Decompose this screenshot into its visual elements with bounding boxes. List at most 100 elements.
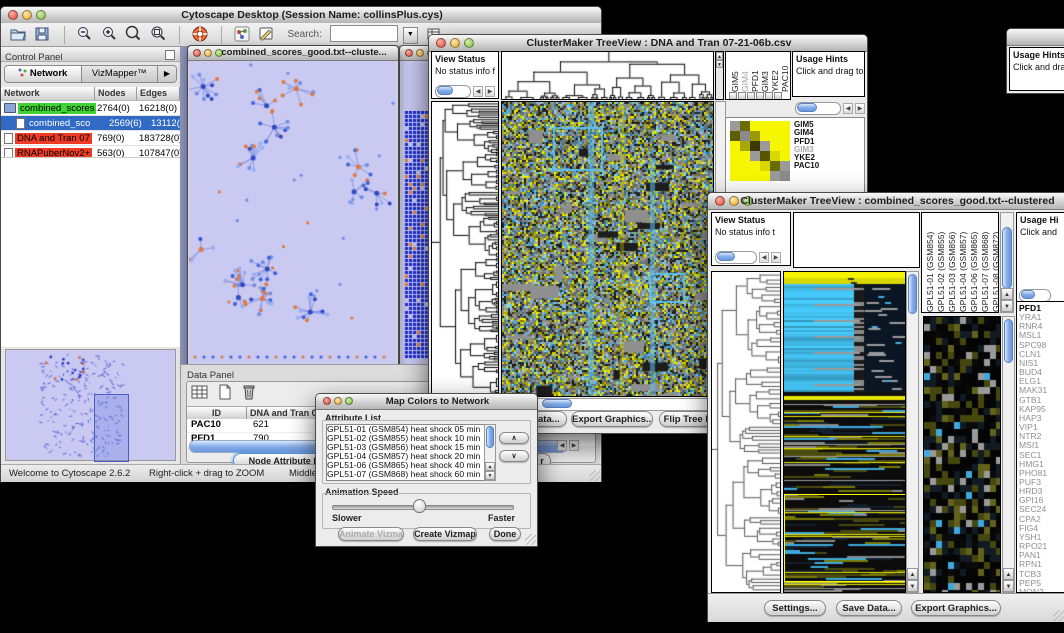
search-dropdown-button[interactable]: ▼ (403, 27, 418, 44)
network-list-row[interactable]: DNA and Tran 07769(0)183728(0) (1, 131, 180, 146)
tab-overflow[interactable]: ▶ (158, 66, 176, 82)
matrix-cell[interactable] (750, 151, 760, 161)
save-session-icon[interactable] (33, 25, 53, 45)
matrix-cell[interactable] (750, 141, 760, 151)
settings-button[interactable]: Settings... (764, 600, 826, 616)
matrix-cell[interactable] (770, 121, 780, 131)
network-window-1-titlebar[interactable]: combined_scores_good.txt--cluste... (188, 46, 398, 61)
float-panel-icon[interactable] (165, 50, 175, 60)
open-session-icon[interactable] (9, 25, 29, 45)
network-table-header-cell[interactable]: Network (1, 87, 95, 100)
partial-window-titlebar[interactable] (1007, 29, 1064, 46)
treeview2-labels-scrollbar[interactable]: ▲ ▼ (1000, 212, 1014, 313)
help-lifering-icon[interactable] (191, 25, 211, 45)
animate-vizmap-button[interactable]: Animate Vizmap (338, 527, 404, 541)
matrix-cell[interactable] (780, 161, 790, 171)
tab-vizmapper[interactable]: VizMapper™ (82, 66, 159, 82)
matrix-cell[interactable] (760, 121, 770, 131)
treeview2-gene-labels[interactable]: PFD1YRA1RNR4MSL1SPC98CLN1NIS1BUD4ELG1MAK… (1016, 301, 1064, 593)
matrix-cell[interactable] (740, 131, 750, 141)
matrix-cell[interactable] (730, 171, 740, 181)
zoom-in-icon[interactable] (100, 25, 120, 45)
move-down-button[interactable]: ∨ (499, 450, 529, 462)
network-canvas-1[interactable] (189, 61, 397, 371)
tab-network[interactable]: Network (5, 66, 82, 82)
matrix-cell[interactable] (760, 171, 770, 181)
matrix-cell[interactable] (740, 121, 750, 131)
matrix-cell[interactable] (730, 151, 740, 161)
new-attribute-icon[interactable] (215, 384, 235, 404)
delete-attribute-icon[interactable] (240, 384, 260, 404)
annotation-icon[interactable] (257, 25, 277, 45)
matrix-cell[interactable] (750, 161, 760, 171)
close-button[interactable] (323, 397, 331, 405)
matrix-cell[interactable] (750, 171, 760, 181)
matrix-cell[interactable] (760, 141, 770, 151)
matrix-cell[interactable] (770, 171, 780, 181)
export-graphics-button[interactable]: Export Graphics... (571, 411, 653, 427)
treeview2-titlebar[interactable]: ClusterMaker TreeView : combined_scores_… (708, 193, 1064, 210)
minimize-button[interactable] (204, 49, 212, 57)
treeview2-vscrollbar[interactable]: ▲ ▼ (906, 271, 919, 593)
network-table-header-cell[interactable]: Edges (137, 87, 180, 100)
view-status-scrollbar[interactable]: ◀▶ (435, 85, 495, 98)
matrix-cell[interactable] (780, 151, 790, 161)
resize-grip[interactable] (589, 470, 600, 481)
matrix-cell[interactable] (770, 131, 780, 141)
treeview1-row-dendrogram[interactable] (431, 101, 499, 397)
zoom-selected-icon[interactable] (124, 25, 144, 45)
matrix-cell[interactable] (740, 161, 750, 171)
matrix-cell[interactable] (740, 141, 750, 151)
treeview1-zoom-toolbar[interactable] (726, 92, 790, 100)
attribute-select-icon[interactable] (191, 384, 211, 404)
network-table-header-cell[interactable]: Nodes (95, 87, 137, 100)
matrix-cell[interactable] (780, 171, 790, 181)
data-table-header-cell[interactable]: ID (187, 407, 247, 419)
matrix-cell[interactable] (780, 121, 790, 131)
treeview1-zoom-scrollbar[interactable]: ◀▶ (795, 102, 865, 115)
matrix-cell[interactable] (730, 131, 740, 141)
matrix-cell[interactable] (730, 121, 740, 131)
birdseye-view[interactable] (5, 349, 176, 461)
treeview1-column-scrollbar[interactable]: ▲ ▼ (715, 51, 724, 100)
export-graphics-button[interactable]: Export Graphics... (911, 600, 1001, 616)
treeview2-row-dendrogram[interactable] (711, 271, 781, 593)
treeview2-zoom-scrollbar[interactable]: ▲ ▼ (1002, 316, 1015, 593)
birdseye-viewport-rect[interactable] (94, 394, 129, 462)
dialog-titlebar[interactable]: Map Colors to Network (316, 394, 537, 410)
matrix-cell[interactable] (770, 151, 780, 161)
matrix-cell[interactable] (770, 161, 780, 171)
matrix-cell[interactable] (770, 141, 780, 151)
matrix-cell[interactable] (760, 151, 770, 161)
done-button[interactable]: Done (489, 527, 521, 541)
zoom-fit-icon[interactable] (149, 25, 169, 45)
close-button[interactable] (193, 49, 201, 57)
minimize-button[interactable] (334, 397, 342, 405)
treeview1-column-dendrogram[interactable] (501, 51, 714, 100)
dialog-resize-grip[interactable] (525, 534, 536, 545)
matrix-cell[interactable] (750, 121, 760, 131)
matrix-cell[interactable] (730, 141, 740, 151)
data-panel-scroll-arrows[interactable]: ◀▶ (557, 440, 579, 451)
create-vizmap-button[interactable]: Create Vizmap (413, 527, 477, 541)
matrix-cell[interactable] (780, 131, 790, 141)
view-status-scrollbar[interactable]: ◀▶ (715, 251, 781, 264)
matrix-cell[interactable] (780, 141, 790, 151)
matrix-cell[interactable] (760, 161, 770, 171)
treeview2-heatmap[interactable] (783, 271, 906, 593)
attribute-list-scrollbar[interactable]: ▲ ▼ (484, 424, 496, 481)
close-button[interactable] (715, 196, 725, 206)
treeview1-heatmap[interactable] (501, 101, 714, 397)
speed-slider-thumb[interactable] (413, 499, 426, 513)
minimize-button[interactable] (416, 49, 424, 57)
matrix-cell[interactable] (740, 171, 750, 181)
close-button[interactable] (405, 49, 413, 57)
cytoscape-titlebar[interactable]: Cytoscape Desktop (Session Name: collins… (1, 7, 601, 24)
attribute-item[interactable]: GPL51-07 (GSM868) heat shock 60 min (327, 470, 485, 479)
close-button[interactable] (436, 38, 446, 48)
modify-network-icon[interactable] (233, 25, 253, 45)
treeview1-titlebar[interactable]: ClusterMaker TreeView : DNA and Tran 07-… (429, 35, 867, 52)
zoom-out-icon[interactable] (75, 25, 95, 45)
matrix-cell[interactable] (730, 161, 740, 171)
save-data-button[interactable]: Save Data... (836, 600, 902, 616)
